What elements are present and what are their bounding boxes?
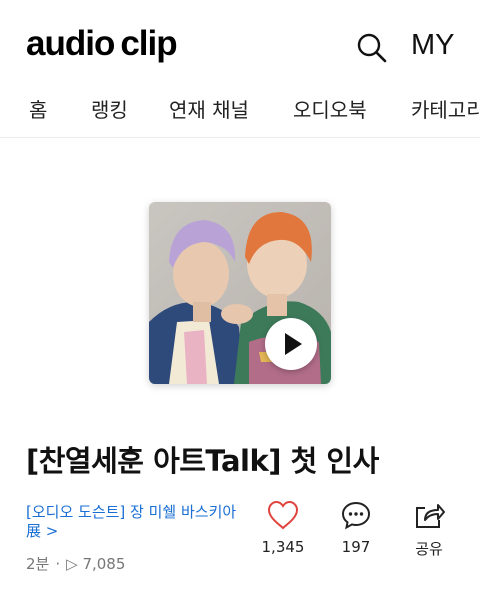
comment-button[interactable]: 197 [326,500,386,560]
comment-icon [341,501,371,530]
heart-icon [267,500,299,530]
tab-ranking[interactable]: 랭킹 [91,94,128,123]
play-icon [285,333,302,355]
logo-word-audio: audio [26,24,115,63]
logo-word-clip: clip [120,24,177,63]
tab-serial-channel[interactable]: 연재 채널 [169,94,249,123]
comment-count: 197 [341,538,371,556]
play-button[interactable] [265,318,317,370]
episode-play-count: 7,085 [82,555,126,573]
episode-title: [찬열세훈 아트Talk] 첫 인사 [26,444,379,478]
category-nav: 홈 랭킹 연재 채널 오디오북 카테고리 [0,86,480,138]
series-title-line1: [오디오 도슨트] 장 미쉘 바스키아 [26,503,237,521]
like-button[interactable]: 1,345 [253,500,313,560]
series-link[interactable]: [오디오 도슨트] 장 미쉘 바스키아 展 > [26,503,246,541]
share-icon [416,504,445,528]
like-count: 1,345 [261,538,305,556]
separator-dot: · [55,555,61,573]
audioclip-logo[interactable]: audio clip [26,24,178,64]
share-button[interactable]: 공유 [399,500,459,560]
tab-category[interactable]: 카테고리 [411,94,480,123]
tab-audiobook[interactable]: 오디오북 [293,94,367,123]
app-header: audio clip MY [0,0,480,86]
series-title-line2: 展 > [26,522,59,540]
episode-duration: 2분 [26,555,50,573]
search-icon[interactable] [356,32,388,64]
share-label: 공유 [415,540,443,558]
my-page-button[interactable]: MY [411,29,455,62]
episode-meta: 2분 · ▷ 7,085 [26,553,125,574]
tab-home[interactable]: 홈 [29,94,47,123]
play-count-icon: ▷ [66,555,83,573]
